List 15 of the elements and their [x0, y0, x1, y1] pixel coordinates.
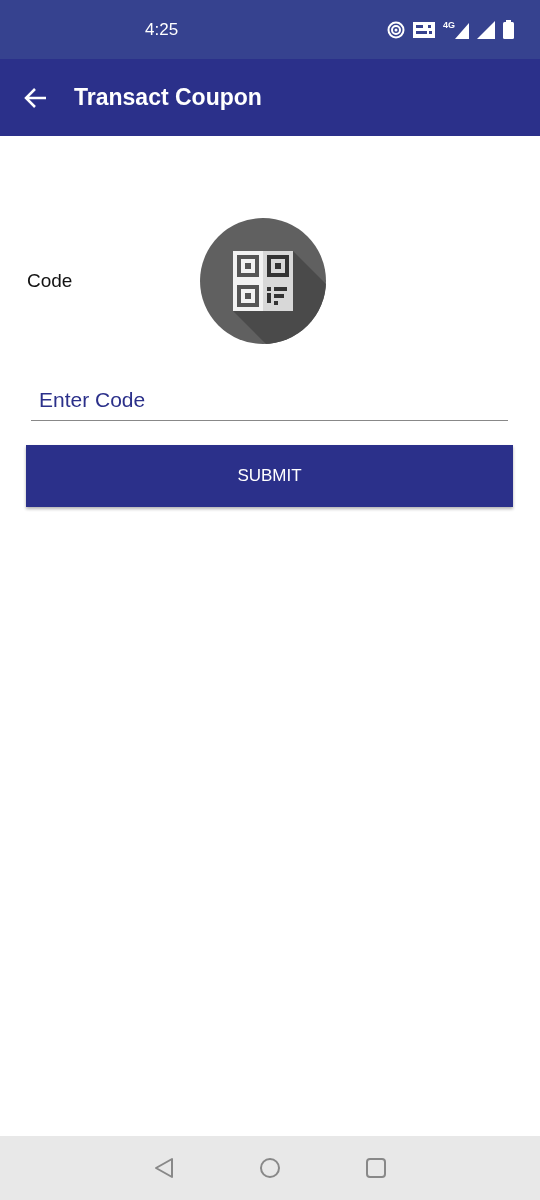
code-input-field[interactable]: Enter Code: [31, 380, 508, 421]
code-label: Code: [27, 268, 73, 293]
qr-code-icon[interactable]: [199, 217, 328, 345]
battery-icon: [503, 20, 514, 39]
submit-button[interactable]: SUBMIT: [26, 444, 513, 507]
back-arrow-icon[interactable]: [24, 86, 48, 109]
volte-icon: [413, 21, 435, 38]
screen-title: Transact Coupon: [74, 83, 262, 113]
home-icon[interactable]: [259, 1157, 281, 1179]
back-icon[interactable]: [153, 1157, 175, 1179]
network-type: 4G: [443, 20, 455, 30]
hotspot-icon: [387, 20, 405, 39]
recents-icon[interactable]: [365, 1157, 387, 1179]
signal-icon: [477, 20, 495, 39]
status-time: 4:25: [145, 18, 179, 41]
